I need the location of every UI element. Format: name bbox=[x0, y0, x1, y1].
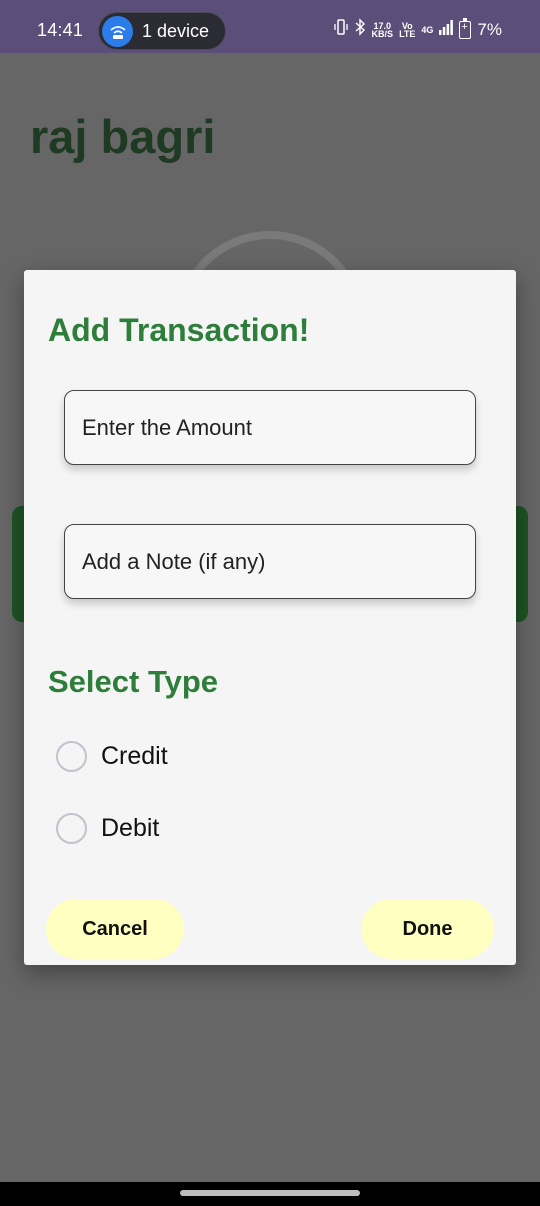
dialog-title: Add Transaction! bbox=[48, 312, 310, 348]
network-speed: 17.0 KB/S bbox=[371, 21, 394, 39]
vibrate-icon bbox=[333, 18, 348, 41]
radio-debit[interactable]: Debit bbox=[56, 808, 159, 848]
bluetooth-icon bbox=[354, 18, 366, 41]
radio-debit-label: Debit bbox=[101, 813, 160, 842]
radio-credit-label: Credit bbox=[101, 741, 168, 770]
network-speed-unit: KB/S bbox=[371, 28, 394, 39]
radio-button-debit[interactable] bbox=[56, 812, 87, 844]
status-time: 14:41 bbox=[37, 20, 84, 40]
cancel-button[interactable]: Cancel bbox=[46, 899, 184, 959]
battery-percent: 7% bbox=[477, 19, 502, 39]
user-name-heading: raj bagri bbox=[30, 110, 216, 163]
status-bar: 14:41 1 device 17.0 KB/S Vo LTE 4G + 7% bbox=[0, 0, 540, 53]
done-button[interactable]: Done bbox=[361, 899, 494, 959]
radio-credit[interactable]: Credit bbox=[56, 736, 168, 776]
navigation-bar bbox=[0, 1182, 540, 1206]
note-input[interactable] bbox=[64, 524, 476, 599]
wifi-hotspot-icon bbox=[102, 16, 133, 47]
device-pill-label: 1 device bbox=[142, 21, 210, 41]
connected-device-pill[interactable]: 1 device bbox=[98, 12, 226, 50]
network-type: 4G bbox=[421, 24, 434, 35]
signal-icon bbox=[439, 19, 454, 40]
home-gesture-handle[interactable] bbox=[180, 1190, 360, 1196]
select-type-title: Select Type bbox=[48, 664, 219, 699]
add-transaction-dialog: Add Transaction! Select Type Credit Debi… bbox=[24, 270, 516, 965]
volte-bottom: LTE bbox=[399, 28, 416, 39]
amount-input[interactable] bbox=[64, 390, 476, 465]
volte-indicator: Vo LTE bbox=[399, 21, 416, 39]
status-icons: 17.0 KB/S Vo LTE 4G 7% bbox=[333, 17, 502, 41]
battery-icon bbox=[459, 17, 472, 39]
radio-button-credit[interactable] bbox=[56, 740, 87, 772]
